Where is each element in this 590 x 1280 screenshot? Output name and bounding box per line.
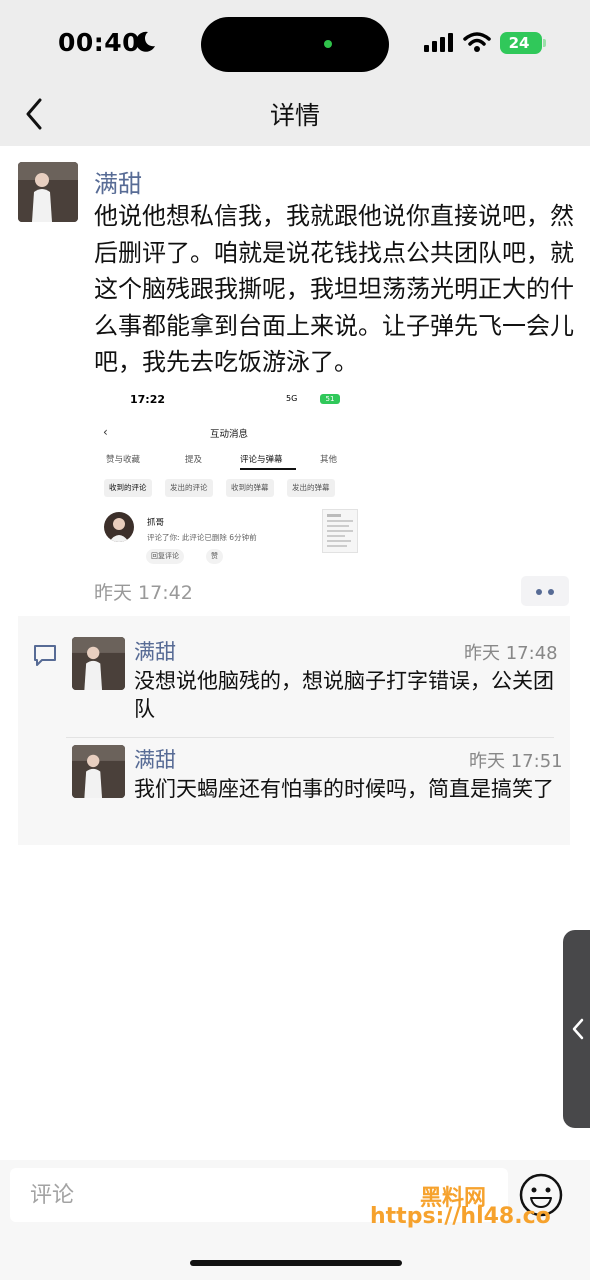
dynamic-island — [201, 17, 389, 72]
image-subtab: 收到的弹幕 — [226, 479, 274, 497]
avatar-photo — [72, 745, 125, 798]
image-tab: 赞与收藏 — [106, 455, 141, 465]
status-time: 00:40 — [58, 28, 141, 57]
image-subtab: 发出的弹幕 — [287, 479, 335, 497]
home-indicator[interactable] — [190, 1260, 402, 1266]
battery-level: 24 — [508, 34, 530, 52]
comment-author[interactable]: 满甜 — [134, 636, 176, 666]
post-author[interactable]: 满甜 — [94, 164, 142, 199]
image-tab-underline — [240, 468, 296, 470]
comment-divider — [66, 737, 554, 738]
image-battery: 51 — [320, 394, 340, 404]
chevron-left-icon — [572, 1018, 584, 1040]
more-dots-icon[interactable] — [521, 576, 569, 606]
avatar-photo — [18, 162, 78, 222]
avatar-photo — [72, 637, 125, 690]
comment-author[interactable]: 满甜 — [134, 744, 176, 774]
avatar[interactable] — [18, 162, 78, 222]
image-network: 5G — [286, 394, 298, 403]
battery-indicator: 24 — [500, 32, 542, 54]
image-like-button: 赞 — [206, 549, 223, 564]
image-subtab: 发出的评论 — [165, 479, 213, 497]
image-tab: 提及 — [185, 455, 203, 465]
image-avatar — [104, 512, 134, 542]
image-desc: 评论了你: 此评论已删除 6分钟前 — [147, 533, 257, 542]
signal-icon — [424, 33, 453, 52]
image-tab-active: 评论与弹幕 — [240, 455, 283, 465]
comment-time: 昨天 17:48 — [464, 643, 558, 664]
image-thumbnail — [322, 509, 358, 553]
watermark-url: https://hl48.co — [370, 1204, 551, 1229]
post-image[interactable]: 17:22 5G 51 ‹ 互动消息 赞与收藏 提及 评论与弹幕 其他 收到的评… — [94, 386, 364, 568]
image-name: 抓哥 — [147, 518, 165, 528]
post-text: 他说他想私信我，我就跟他说你直接说吧，然后删评了。咱就是说花钱找点公共团队吧，就… — [94, 202, 574, 376]
moon-icon — [136, 31, 155, 52]
page-title: 详情 — [269, 101, 320, 130]
battery-cap — [543, 39, 546, 47]
comment-text[interactable]: 没想说他脑残的，想说脑子打字错误，公关团队 — [134, 667, 558, 723]
image-subtab: 收到的评论 — [104, 479, 152, 497]
avatar[interactable] — [72, 745, 125, 798]
comment-text[interactable]: 我们天蝎座还有怕事的时候吗，简直是搞笑了 — [134, 775, 558, 803]
image-tab: 其他 — [320, 455, 338, 465]
comment-time: 昨天 17:51 — [469, 751, 563, 772]
avatar[interactable] — [72, 637, 125, 690]
wifi-icon — [463, 32, 491, 52]
camera-indicator — [324, 40, 332, 48]
image-status-time: 17:22 — [130, 393, 166, 406]
image-title: 互动消息 — [209, 429, 248, 440]
side-drawer-handle[interactable] — [563, 930, 590, 1128]
post-time: 昨天 17:42 — [94, 582, 193, 604]
image-reply-button: 回复评论 — [146, 549, 184, 564]
comment-bubble-icon — [34, 645, 56, 666]
